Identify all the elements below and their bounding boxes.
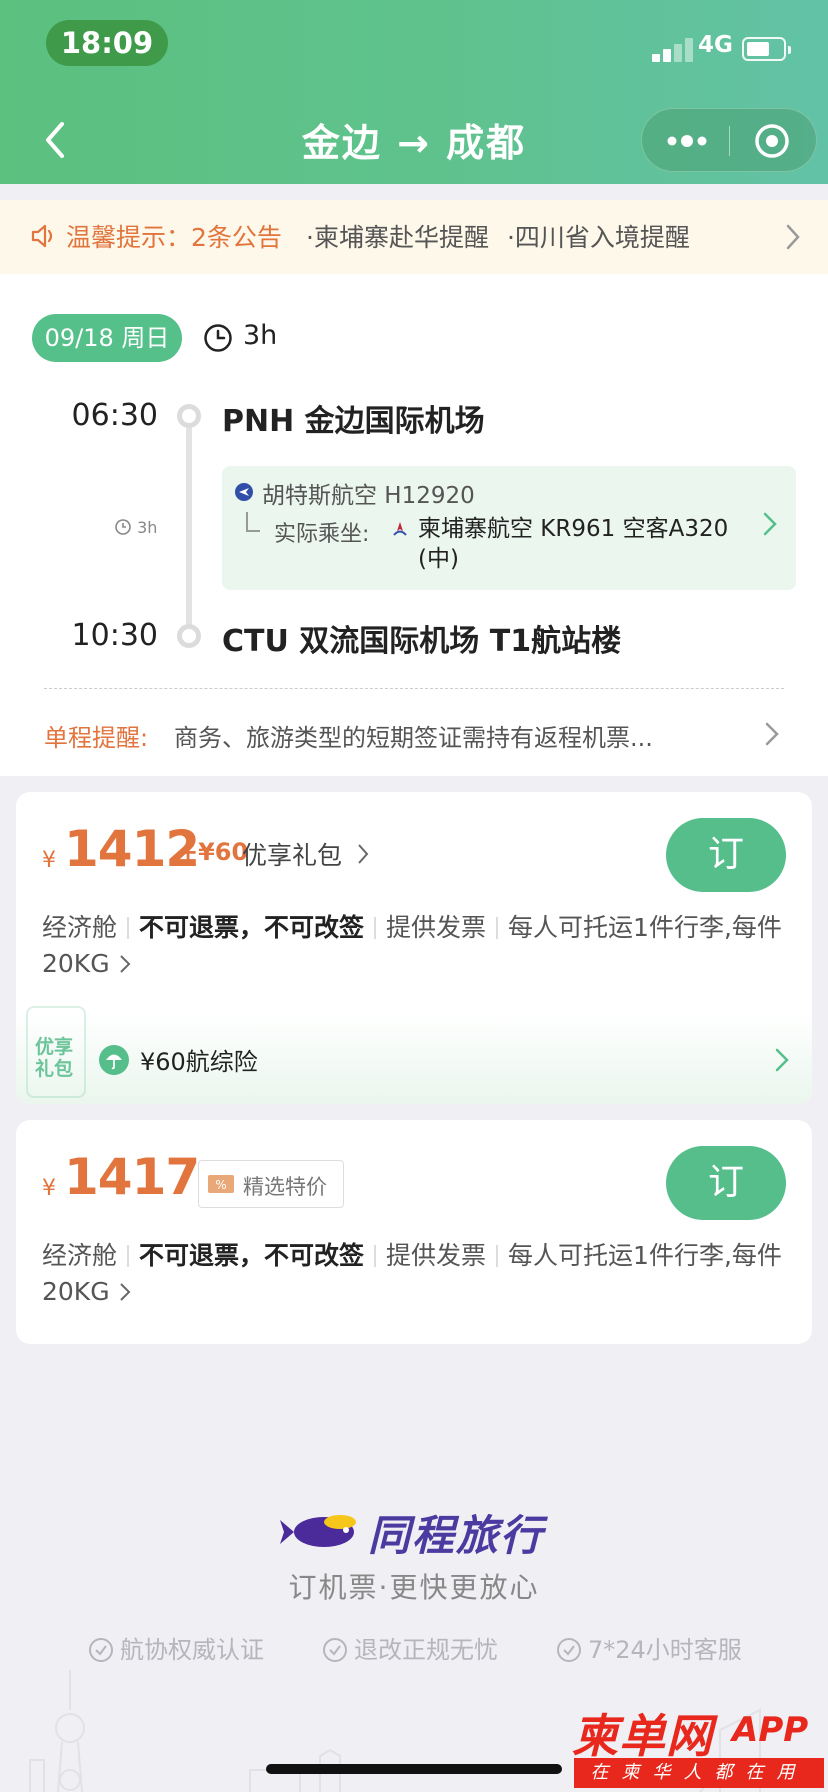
actual-carrier: 柬埔寨航空 KR961 空客A320 (中) <box>418 516 729 572</box>
brand-logo: 同程旅行 <box>280 1498 580 1560</box>
actual-carrier-label: 实际乘坐: <box>274 522 370 547</box>
cabin-class: 经济舱 <box>42 913 118 942</box>
special-price-tag: % 精选特价 <box>198 1160 344 1208</box>
flight-detail-box[interactable]: 胡特斯航空 H12920 实际乘坐: 柬埔寨航空 KR961 空客A320 (中… <box>222 466 796 590</box>
brand-name: 同程旅行 <box>368 1511 545 1560</box>
special-price-label: 精选特价 <box>243 1175 327 1199</box>
chevron-right-icon <box>765 722 779 746</box>
offer-rules[interactable]: 经济舱 不可退票，不可改签 提供发票 每人可托运1件行李,每件20KG <box>42 1238 802 1310</box>
check-circle-icon <box>557 1638 581 1662</box>
header-bar: 18:09 4G 金边 → 成都 <box>0 0 828 184</box>
fish-logo-icon <box>280 1515 356 1547</box>
gift-price: +¥60 <box>178 838 249 866</box>
gift-badge: 优享礼包 <box>22 1006 86 1098</box>
watermark: 柬单网 APP 在柬华人都在用 <box>564 1700 828 1792</box>
refund-policy: 不可退票，不可改签 <box>139 1241 365 1270</box>
clock-icon <box>115 519 131 535</box>
offer-price: 1417 <box>64 1148 200 1206</box>
status-time: 18:09 <box>46 20 168 66</box>
departure-airport: PNH 金边国际机场 <box>222 404 485 439</box>
notice-bar[interactable]: 温馨提示：2条公告 ·柬埔寨赴华提醒 ·四川省入境提醒 <box>0 200 828 274</box>
watermark-app: APP <box>732 1710 809 1750</box>
refund-policy: 不可退票，不可改签 <box>139 913 365 942</box>
mini-program-capsule <box>641 108 817 172</box>
flight-duration: 3h <box>243 320 278 351</box>
trust-badges: 航协权威认证 退改正规无忧 7*24小时客服 <box>88 1630 788 1666</box>
departure-dot <box>177 404 201 428</box>
battery-icon <box>742 37 791 61</box>
target-icon <box>755 124 789 158</box>
insurance-bar[interactable]: 优享礼包 ¥60航综险 <box>16 1006 812 1104</box>
chevron-right-icon <box>786 224 800 250</box>
mid-duration-text: 3h <box>137 518 158 537</box>
arrival-dot <box>177 624 201 648</box>
notice-label: 温馨提示：2条公告 <box>66 223 282 252</box>
chevron-right-icon <box>119 1283 130 1301</box>
gift-package-link[interactable]: 优享礼包 <box>242 836 342 872</box>
flight-date: 09/18 周日 <box>32 314 182 362</box>
marketing-carrier: 胡特斯航空 H12920 <box>262 483 475 509</box>
trip-reminder-text[interactable]: 商务、旅游类型的短期签证需持有返程机票... <box>174 718 653 753</box>
watermark-sub: 在柬华人都在用 <box>574 1758 824 1788</box>
check-circle-icon <box>323 1638 347 1662</box>
notice-item[interactable]: ·四川省入境提醒 <box>507 223 690 252</box>
umbrella-icon <box>99 1045 129 1075</box>
network-type: 4G <box>698 32 733 58</box>
trip-reminder-label: 单程提醒: <box>44 724 149 752</box>
ticket-icon: % <box>208 1175 234 1193</box>
home-indicator[interactable] <box>266 1764 562 1774</box>
flight-info-card: 09/18 周日 3h 06:30 PNH 金边国际机场 3h 胡特斯航空 H1… <box>0 274 828 776</box>
brand-slogan: 订机票·更快更放心 <box>288 1571 540 1604</box>
book-button[interactable]: 订 <box>666 1146 786 1220</box>
mid-duration: 3h <box>114 518 157 537</box>
check-circle-icon <box>89 1638 113 1662</box>
departure-time: 06:30 <box>71 398 158 433</box>
chevron-right-icon <box>775 1048 789 1072</box>
offer-card: ¥ 1417 % 精选特价 订 经济舱 不可退票，不可改签 提供发票 每人可托运1件行… <box>16 1120 812 1344</box>
trust-badge: 7*24小时客服 <box>556 1630 742 1665</box>
offer-rules[interactable]: 经济舱 不可退票，不可改签 提供发票 每人可托运1件行李,每件20KG <box>42 910 802 982</box>
insurance-label: ¥60航综险 <box>140 1048 258 1076</box>
airline-logo-icon <box>235 483 253 501</box>
notice-item[interactable]: ·柬埔寨赴华提醒 <box>306 223 489 252</box>
invoice-info: 提供发票 <box>386 913 487 942</box>
currency-symbol: ¥ <box>42 848 56 873</box>
chevron-right-icon <box>358 844 369 864</box>
more-dots-icon <box>667 135 707 147</box>
divider <box>44 688 784 689</box>
svg-text:%: % <box>215 1178 226 1192</box>
watermark-main: 柬单网 <box>572 1709 713 1763</box>
currency-symbol: ¥ <box>42 1176 56 1201</box>
book-button[interactable]: 订 <box>666 818 786 892</box>
arrival-time: 10:30 <box>71 618 158 653</box>
offer-card: ¥ 1412 +¥60 优享礼包 订 经济舱 不可退票，不可改签 提供发票 每人可托运… <box>16 792 812 1104</box>
trust-badge: 航协权威认证 <box>88 1630 264 1665</box>
invoice-info: 提供发票 <box>386 1241 487 1270</box>
signal-icon <box>652 38 696 62</box>
timeline-line <box>186 412 192 636</box>
chevron-right-icon <box>119 955 130 973</box>
clock-icon <box>204 324 232 352</box>
corner-connector <box>246 512 260 532</box>
more-button[interactable] <box>664 129 710 153</box>
airline-logo-icon <box>393 522 407 536</box>
close-mini-program-button[interactable] <box>754 123 790 159</box>
cabin-class: 经济舱 <box>42 1241 118 1270</box>
trust-badge: 退改正规无忧 <box>322 1630 498 1665</box>
speaker-icon <box>31 224 53 248</box>
notice-items: ·柬埔寨赴华提醒 ·四川省入境提醒 <box>306 218 708 254</box>
chevron-right-icon <box>763 512 777 536</box>
arrival-airport: CTU 双流国际机场 T1航站楼 <box>222 624 622 659</box>
